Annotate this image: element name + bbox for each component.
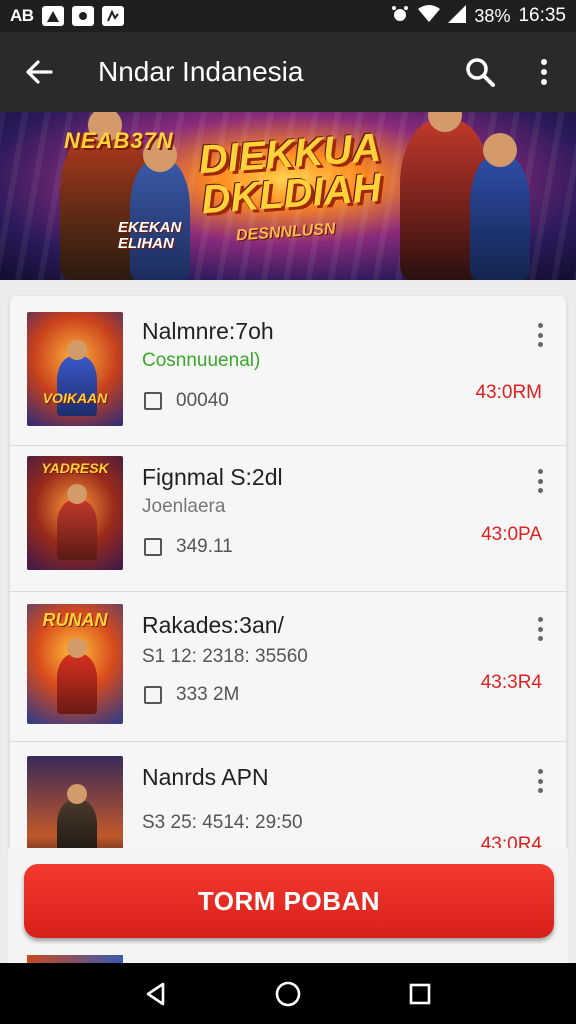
alarm-icon [390, 4, 410, 29]
list-item[interactable]: Nanrds APN S3 25: 4514: 29:50 43:0R4 [10, 742, 566, 856]
banner-title-line2: DKLDIAH [200, 165, 383, 223]
nav-recents-button[interactable] [395, 969, 445, 1019]
triangle-back-icon [146, 982, 165, 1005]
item-count: 349.11 [176, 536, 233, 557]
system-nav-bar [0, 963, 576, 1024]
game-list: VOIKAAN Nalmnre:7oh Cosnnuuenal) 00040 4… [10, 296, 566, 856]
page-title: Nndar Indanesia [98, 56, 304, 87]
carrier-label: AB [10, 6, 34, 25]
item-subtitle: S1 12: 2318: 35560 [142, 646, 308, 667]
banner-corner-text: NEAB37N [64, 128, 174, 153]
app-notification-icon [101, 6, 124, 26]
more-vert-icon [541, 59, 547, 85]
banner-title: DIEKKUA DKLDIAH [197, 126, 383, 223]
more-vert-icon [537, 769, 543, 774]
thumbnail-label: VOIKAAN [42, 390, 108, 406]
promo-banner[interactable]: NEAB37N DIEKKUA DKLDIAH DESNNLUSN EKEKAN… [0, 112, 576, 280]
item-menu-button[interactable] [532, 614, 548, 644]
item-time: 43:3R4 [480, 672, 542, 693]
square-recents-icon [409, 983, 431, 1004]
arrow-left-icon [26, 60, 53, 84]
notification-icon [41, 6, 64, 26]
overflow-menu-button[interactable] [512, 32, 576, 112]
item-title: Fignmal S:2dl [142, 464, 283, 490]
nav-home-button[interactable] [263, 969, 313, 1019]
app-bar: Nndar Indanesia [0, 32, 576, 112]
back-button[interactable] [0, 32, 78, 112]
thumbnail-label: YADRESK [41, 460, 109, 476]
game-thumbnail: RUNAN [27, 604, 123, 724]
item-menu-button[interactable] [532, 466, 548, 496]
item-title: Nalmnre:7oh [142, 318, 274, 344]
banner-side-text-line1: EKEKAN [118, 219, 182, 236]
clock: 16:35 [518, 5, 566, 26]
more-vert-icon [537, 469, 543, 474]
more-vert-icon [537, 617, 543, 622]
item-count: 00040 [176, 390, 229, 411]
game-thumbnail [27, 756, 123, 856]
list-item[interactable]: YADRESK Fignmal S:2dl Joenlaera 349.11 4… [10, 442, 566, 592]
item-menu-button[interactable] [532, 766, 548, 796]
item-checkbox[interactable] [144, 538, 162, 556]
signal-icon [448, 4, 467, 28]
item-count: 333 2M [176, 684, 240, 705]
game-thumbnail-peek [27, 955, 123, 963]
item-checkbox[interactable] [144, 686, 162, 704]
camera-notification-icon [71, 6, 94, 26]
banner-side-text: EKEKAN ELIHAN [118, 220, 198, 252]
search-icon [466, 58, 495, 87]
item-subtitle: Cosnnuuenal) [142, 350, 261, 371]
status-bar: AB 38% 16:35 [0, 0, 576, 32]
banner-hero-figure [470, 133, 530, 280]
list-item[interactable]: VOIKAAN Nalmnre:7oh Cosnnuuenal) 00040 4… [10, 296, 566, 446]
item-time: 43:0RM [475, 382, 542, 403]
item-title: Nanrds APN [142, 764, 269, 790]
search-button[interactable] [448, 32, 512, 112]
list-item[interactable]: RUNAN Rakades:3an/ S1 12: 2318: 35560 33… [10, 590, 566, 742]
game-thumbnail: YADRESK [27, 456, 123, 570]
thumbnail-label: RUNAN [42, 610, 108, 630]
banner-subtitle: DESNNLUSN [235, 220, 336, 245]
game-thumbnail: VOIKAAN [27, 312, 123, 426]
item-subtitle: S3 25: 4514: 29:50 [142, 812, 303, 833]
more-vert-icon [537, 323, 543, 328]
item-title: Rakades:3an/ [142, 612, 284, 638]
battery-percent: 38% [474, 5, 511, 26]
nav-back-button[interactable] [131, 969, 181, 1019]
primary-action-button[interactable]: TORM POBAN [24, 864, 554, 938]
item-subtitle: Joenlaera [142, 496, 226, 517]
circle-home-icon [275, 981, 301, 1006]
item-time: 43:0PA [481, 524, 542, 545]
item-checkbox[interactable] [144, 392, 162, 410]
wifi-icon [418, 4, 441, 28]
item-menu-button[interactable] [532, 320, 548, 350]
banner-side-text-line2: ELIHAN [118, 235, 174, 252]
